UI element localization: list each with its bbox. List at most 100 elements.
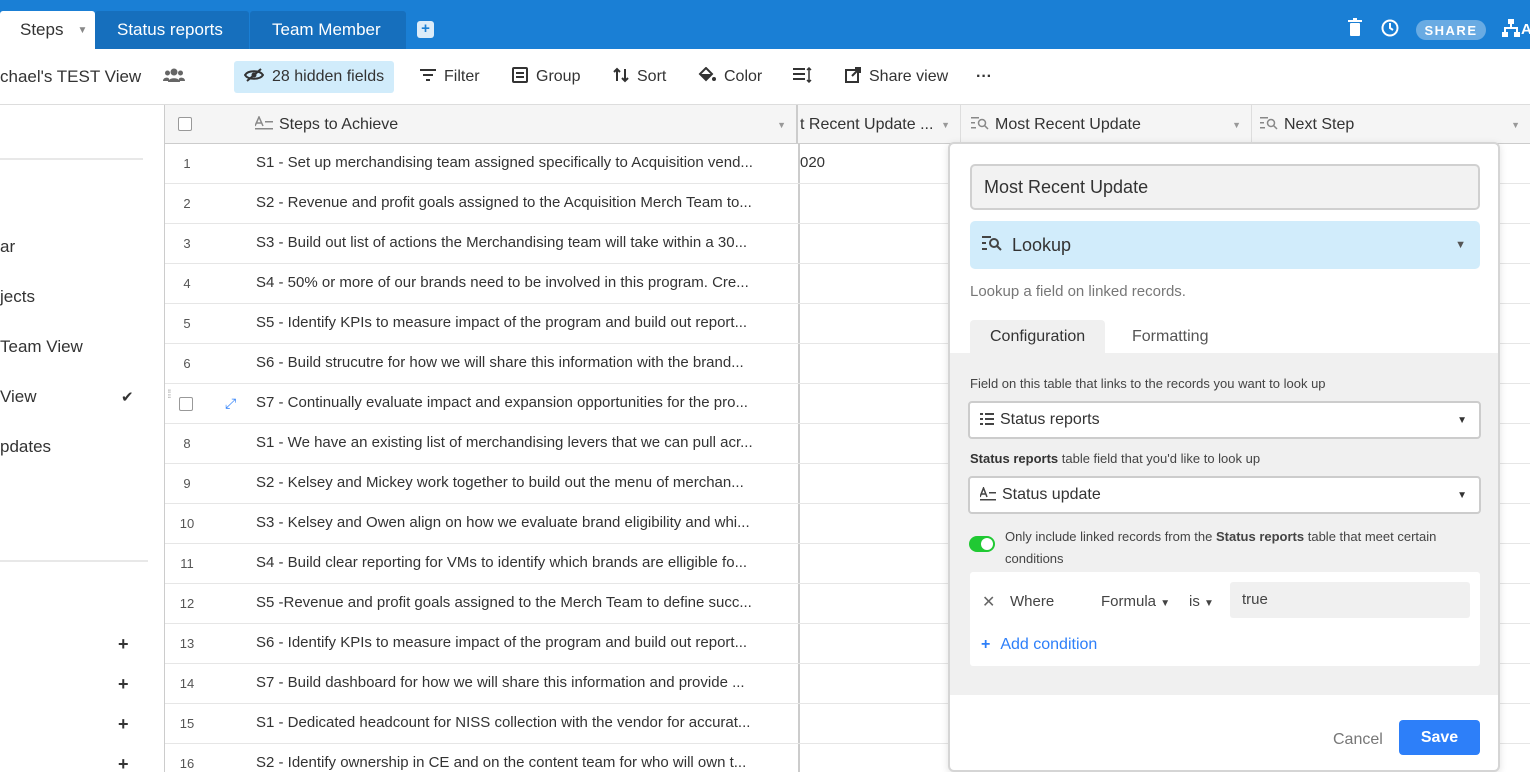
- chevron-down-icon: ▼: [1457, 415, 1467, 426]
- account-label[interactable]: A: [1521, 21, 1530, 38]
- expand-record-icon[interactable]: ⤢: [225, 395, 236, 412]
- close-icon[interactable]: ✕: [982, 592, 995, 612]
- cell-steps-to-achieve[interactable]: S3 - Build out list of actions the Merch…: [256, 234, 792, 251]
- sort-label: Sort: [637, 68, 667, 85]
- cell-steps-to-achieve[interactable]: S4 - Build clear reporting for VMs to id…: [256, 554, 792, 571]
- long-text-icon: [255, 114, 273, 134]
- save-button[interactable]: Save: [1399, 720, 1480, 755]
- cancel-button[interactable]: Cancel: [1333, 731, 1383, 749]
- row-number: 10: [179, 516, 195, 531]
- condition-toggle[interactable]: [969, 536, 995, 552]
- cell-steps-to-achieve[interactable]: S6 - Build strucutre for how we will sha…: [256, 354, 792, 371]
- plus-icon[interactable]: +: [118, 634, 129, 655]
- filter-label: Filter: [444, 68, 480, 85]
- sidebar-item-updates[interactable]: pdates: [0, 437, 51, 457]
- lookup-icon: [982, 235, 1002, 256]
- sitemap-icon[interactable]: [1501, 18, 1521, 43]
- column-header-next-step[interactable]: Next Step ▼: [1252, 105, 1530, 144]
- tab-formatting[interactable]: Formatting: [1112, 320, 1228, 353]
- condition-operator-value: is: [1189, 593, 1200, 610]
- group-label: Group: [536, 68, 581, 85]
- share-button[interactable]: SHARE: [1416, 20, 1486, 40]
- condition-where-label: Where: [1010, 593, 1055, 610]
- column-header-label: Most Recent Update: [995, 115, 1141, 133]
- sidebar-item-team-view[interactable]: Team View: [0, 337, 83, 357]
- link-field-select[interactable]: Status reports ▼: [968, 401, 1481, 439]
- row-number: 5: [183, 316, 191, 331]
- cell-steps-to-achieve[interactable]: S6 - Identify KPIs to measure impact of …: [256, 634, 792, 651]
- sidebar-item-projects[interactable]: jects: [0, 287, 35, 307]
- cell-steps-to-achieve[interactable]: S5 - Identify KPIs to measure impact of …: [256, 314, 792, 331]
- drag-handle-icon[interactable]: ⁞⁞: [167, 388, 171, 400]
- add-condition-button[interactable]: + Add condition: [981, 636, 1097, 654]
- row-number: 15: [179, 716, 195, 731]
- link-field-value: Status reports: [1000, 411, 1100, 428]
- view-name[interactable]: chael's TEST View: [0, 67, 141, 87]
- cell-steps-to-achieve[interactable]: S1 - Dedicated headcount for NISS collec…: [256, 714, 792, 731]
- people-icon[interactable]: [163, 67, 185, 88]
- sidebar-item-calendar[interactable]: ar: [0, 237, 15, 257]
- tab-status-reports[interactable]: Status reports: [95, 11, 249, 49]
- hidden-fields-button[interactable]: 28 hidden fields: [234, 61, 395, 93]
- condition-value-input[interactable]: true: [1230, 582, 1470, 618]
- tab-status-reports-label: Status reports: [117, 20, 223, 39]
- trash-icon[interactable]: [1347, 18, 1363, 43]
- tab-team-member-label: Team Member: [272, 20, 381, 39]
- cell-steps-to-achieve[interactable]: S7 - Continually evaluate impact and exp…: [256, 394, 792, 411]
- chevron-down-icon[interactable]: ▼: [77, 25, 87, 36]
- cell-steps-to-achieve[interactable]: S2 - Identify ownership in CE and on the…: [256, 754, 792, 771]
- tab-steps[interactable]: Steps ▼: [0, 11, 95, 49]
- cell-steps-to-achieve[interactable]: S1 - We have an existing list of merchan…: [256, 434, 792, 451]
- field-type-select[interactable]: Lookup ▼: [970, 221, 1480, 269]
- select-all-checkbox[interactable]: [178, 117, 192, 131]
- column-header-steps[interactable]: Steps to Achieve ▼: [255, 105, 798, 144]
- link-records-icon: [980, 412, 994, 429]
- row-height-button[interactable]: [783, 61, 831, 93]
- row-number: 16: [179, 756, 195, 771]
- chevron-down-icon[interactable]: ▼: [1511, 120, 1520, 130]
- filter-icon: [420, 68, 436, 86]
- row-number: 12: [179, 596, 195, 611]
- plus-icon[interactable]: +: [118, 674, 129, 695]
- history-icon[interactable]: [1380, 18, 1400, 43]
- tab-team-member[interactable]: Team Member: [250, 11, 406, 49]
- cell-steps-to-achieve[interactable]: S5 -Revenue and profit goals assigned to…: [256, 594, 792, 611]
- field-name-input[interactable]: Most Recent Update: [970, 164, 1480, 210]
- condition-field-select[interactable]: Formula ▼: [1101, 593, 1170, 610]
- chevron-down-icon[interactable]: ▼: [1232, 120, 1241, 130]
- filter-button[interactable]: Filter: [410, 61, 490, 93]
- condition-operator-select[interactable]: is ▼: [1189, 593, 1214, 610]
- more-options-button[interactable]: ···: [966, 61, 1002, 93]
- chevron-down-icon[interactable]: ▼: [941, 120, 950, 130]
- cell-steps-to-achieve[interactable]: S7 - Build dashboard for how we will sha…: [256, 674, 792, 691]
- sort-button[interactable]: Sort: [603, 61, 676, 93]
- lookup-field-select[interactable]: Status update ▼: [968, 476, 1481, 514]
- paint-bucket-icon: [698, 66, 716, 87]
- view-sidebar: ar jects Team View View ✔ pdates + + + +: [0, 105, 165, 772]
- sidebar-item-test-view[interactable]: View: [0, 387, 37, 407]
- plus-icon[interactable]: +: [118, 754, 129, 772]
- share-view-label: Share view: [869, 68, 949, 85]
- cell-recent-update-date[interactable]: 020: [800, 154, 825, 171]
- cell-steps-to-achieve[interactable]: S4 - 50% or more of our brands need to b…: [256, 274, 792, 291]
- chevron-down-icon[interactable]: ▼: [777, 120, 786, 130]
- column-header-recent-update-date[interactable]: t Recent Update ... ▼: [800, 105, 961, 144]
- share-view-button[interactable]: Share view: [835, 61, 958, 93]
- color-button[interactable]: Color: [688, 61, 772, 93]
- condition-box: ✕ Where Formula ▼ is ▼ true + Add conditi…: [970, 572, 1480, 666]
- chevron-down-icon: ▼: [1160, 598, 1171, 609]
- cell-steps-to-achieve[interactable]: S3 - Kelsey and Owen align on how we eva…: [256, 514, 792, 531]
- add-table-icon[interactable]: +: [417, 21, 434, 38]
- cell-steps-to-achieve[interactable]: S2 - Kelsey and Mickey work together to …: [256, 474, 792, 491]
- lookup-field-label-table: Status reports: [970, 451, 1059, 466]
- group-button[interactable]: Group: [502, 61, 590, 93]
- cell-steps-to-achieve[interactable]: S2 - Revenue and profit goals assigned t…: [256, 194, 792, 211]
- cell-steps-to-achieve[interactable]: S1 - Set up merchandising team assigned …: [256, 154, 792, 171]
- field-type-description: Lookup a field on linked records.: [970, 283, 1186, 300]
- column-header-most-recent-update[interactable]: Most Recent Update ▼: [961, 105, 1252, 144]
- grid-header: Steps to Achieve ▼ t Recent Update ... ▼…: [165, 105, 1530, 144]
- tab-configuration[interactable]: Configuration: [970, 320, 1106, 353]
- plus-icon[interactable]: +: [118, 714, 129, 735]
- configuration-panel: Field on this table that links to the re…: [950, 353, 1498, 695]
- row-checkbox[interactable]: [179, 397, 193, 411]
